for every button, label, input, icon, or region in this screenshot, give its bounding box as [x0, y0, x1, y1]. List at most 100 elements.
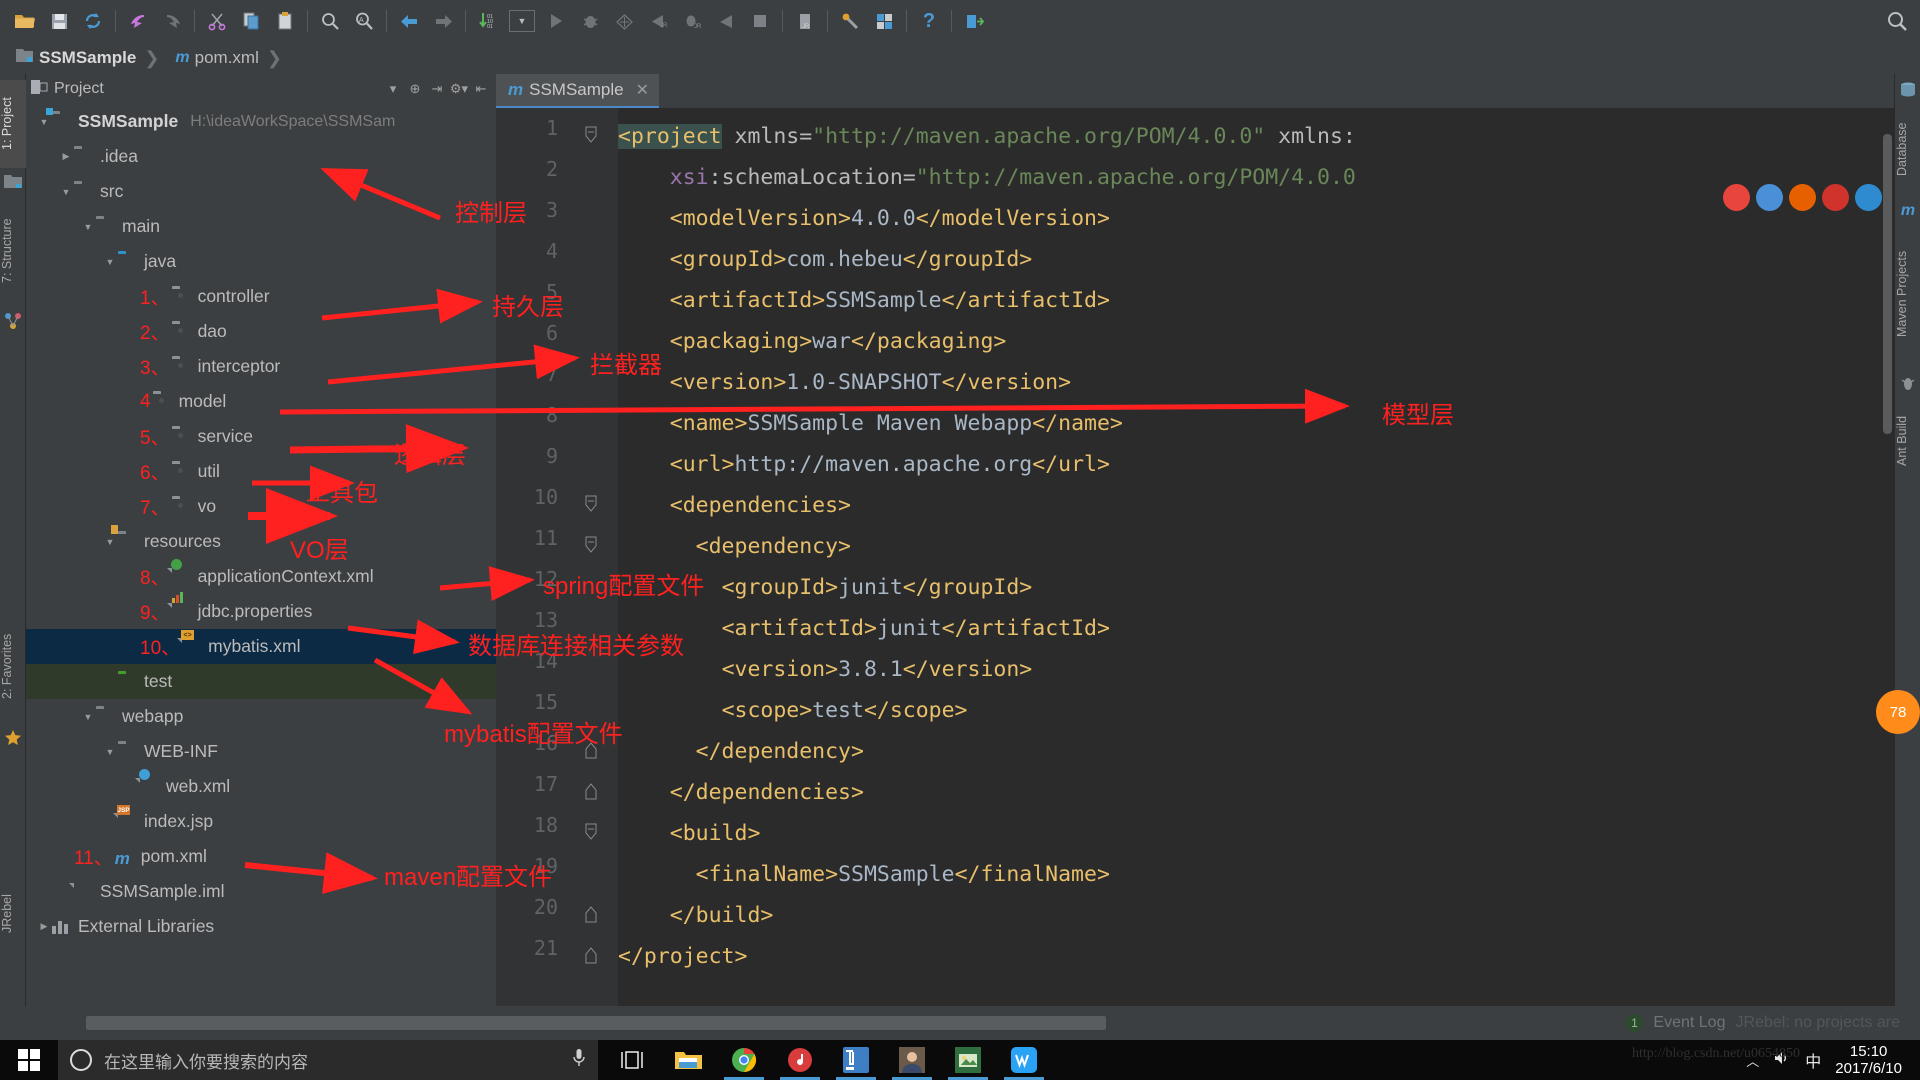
cut-icon[interactable] — [200, 4, 234, 38]
floating-badge[interactable]: 78 — [1876, 690, 1920, 734]
tree-row[interactable]: 1、 controller — [26, 279, 496, 314]
sidebar-item-structure[interactable]: 7: Structure — [0, 196, 26, 306]
code-fold-icon[interactable] — [584, 495, 600, 512]
sidebar-item-maven-projects[interactable]: Maven Projects — [1895, 224, 1920, 364]
netease-music-icon[interactable] — [772, 1040, 828, 1080]
tree-row[interactable]: ▼ resources — [26, 524, 496, 559]
chevron-down-icon[interactable]: ▼ — [102, 537, 118, 547]
tree-row[interactable]: test — [26, 664, 496, 699]
screenshot-tool-icon[interactable] — [940, 1040, 996, 1080]
paste-icon[interactable] — [268, 4, 302, 38]
undo-icon[interactable] — [121, 4, 155, 38]
jrebel-debug-icon[interactable]: JR — [675, 4, 709, 38]
code-fold-icon[interactable] — [584, 536, 600, 553]
search-icon[interactable] — [313, 4, 347, 38]
code-line[interactable]: <url>http://maven.apache.org</url> — [618, 444, 1110, 485]
user-photo-icon[interactable] — [884, 1040, 940, 1080]
code-line[interactable]: <dependency> — [618, 526, 851, 567]
code-line[interactable]: </dependency> — [618, 731, 864, 772]
tree-row[interactable]: ▼ WEB-INF — [26, 734, 496, 769]
search-everywhere-icon[interactable] — [1874, 10, 1920, 32]
intellij-idea-icon[interactable] — [828, 1040, 884, 1080]
collapse-all-icon[interactable]: ⇥ — [426, 78, 448, 100]
tree-row[interactable]: web.xml — [26, 769, 496, 804]
tree-row[interactable]: 7、 vo — [26, 489, 496, 524]
tree-row[interactable]: ▼ src — [26, 174, 496, 209]
exit-icon[interactable] — [957, 4, 991, 38]
code-fold-icon[interactable] — [584, 905, 600, 923]
tree-row[interactable]: 8、 applicationContext.xml — [26, 559, 496, 594]
run-configuration-dropdown[interactable]: ▼ — [505, 4, 539, 38]
sync-refresh-icon[interactable] — [76, 4, 110, 38]
chrome-canary-icon[interactable] — [1756, 184, 1783, 211]
code-line[interactable]: <packaging>war</packaging> — [618, 321, 1007, 362]
compile-icon[interactable]: 01 10 01 — [471, 4, 505, 38]
open-folder-icon[interactable] — [8, 4, 42, 38]
code-line[interactable]: <artifactId>SSMSample</artifactId> — [618, 280, 1110, 321]
sidebar-item-ant-build[interactable]: Ant Build — [1895, 396, 1920, 486]
chrome-icon[interactable] — [1723, 184, 1750, 211]
chevron-down-icon[interactable]: ▼ — [36, 117, 52, 127]
stop-icon[interactable] — [743, 4, 777, 38]
tree-row[interactable]: 4 model — [26, 384, 496, 419]
save-all-icon[interactable] — [42, 4, 76, 38]
tree-row[interactable]: ▼ webapp — [26, 699, 496, 734]
chevron-down-icon[interactable]: ▼ — [102, 257, 118, 267]
taskbar-search[interactable]: 在这里输入你要搜索的内容 — [58, 1040, 598, 1080]
tree-row[interactable]: ▼ java — [26, 244, 496, 279]
start-button[interactable] — [0, 1040, 58, 1080]
edge-icon[interactable] — [1855, 184, 1882, 211]
chevron-down-icon[interactable]: ▾ — [382, 78, 404, 100]
back-icon[interactable] — [392, 4, 426, 38]
chevron-right-icon[interactable]: ▶ — [58, 151, 74, 162]
tree-row[interactable]: JSP index.jsp — [26, 804, 496, 839]
tree-row[interactable]: 10、 <> mybatis.xml — [26, 629, 496, 664]
code-line[interactable]: <scope>test</scope> — [618, 690, 968, 731]
browser-popup-icons[interactable] — [1723, 184, 1882, 211]
event-log-link[interactable]: Event Log — [1653, 1014, 1725, 1032]
file-explorer-icon[interactable] — [660, 1040, 716, 1080]
coverage-icon[interactable] — [607, 4, 641, 38]
update-application-icon[interactable]: JR — [788, 4, 822, 38]
code-line[interactable]: <name>SSMSample Maven Webapp</name> — [618, 403, 1123, 444]
help-icon[interactable]: ? — [912, 4, 946, 38]
code-fold-icon[interactable] — [584, 823, 600, 840]
sidebar-item-favorites[interactable]: 2: Favorites — [0, 609, 26, 724]
profile-icon[interactable] — [709, 4, 743, 38]
code-line[interactable]: <version>1.0-SNAPSHOT</version> — [618, 362, 1071, 403]
sidebar-item-database[interactable]: Database — [1895, 104, 1920, 194]
tree-row[interactable]: 9、 jdbc.properties — [26, 592, 496, 629]
tree-row[interactable]: ▶ External Libraries — [26, 909, 496, 944]
tree-row[interactable]: 2、 dao — [26, 314, 496, 349]
settings-gear-icon[interactable]: ⚙▾ — [448, 78, 470, 100]
close-icon[interactable]: ✕ — [636, 80, 649, 100]
tree-row[interactable]: ▶ .idea — [26, 139, 496, 174]
redo-icon[interactable] — [155, 4, 189, 38]
run-icon[interactable] — [539, 4, 573, 38]
code-line[interactable]: <finalName>SSMSample</finalName> — [618, 854, 1110, 895]
code-line[interactable]: <project xmlns="http://maven.apache.org/… — [618, 116, 1356, 157]
replace-icon[interactable]: A — [347, 4, 381, 38]
code-line[interactable]: <modelVersion>4.0.0</modelVersion> — [618, 198, 1110, 239]
tab-ssmsample-pom[interactable]: m SSMSample ✕ — [496, 74, 660, 108]
target-icon[interactable]: ⊕ — [404, 78, 426, 100]
tree-row[interactable]: ▼ SSMSample H:\ideaWorkSpace\SSMSam — [26, 104, 496, 139]
sidebar-item-project[interactable]: 1: Project — [0, 80, 26, 168]
chevron-down-icon[interactable]: ▼ — [80, 222, 96, 232]
chrome-taskbar-icon[interactable] — [716, 1040, 772, 1080]
code-line[interactable]: </dependencies> — [618, 772, 864, 813]
project-structure-icon[interactable] — [867, 4, 901, 38]
ime-indicator[interactable]: 中 — [1805, 1048, 1821, 1072]
copy-icon[interactable] — [234, 4, 268, 38]
settings-wrench-icon[interactable] — [833, 4, 867, 38]
code-line[interactable]: xsi:schemaLocation="http://maven.apache.… — [618, 157, 1356, 198]
code-line[interactable]: <dependencies> — [618, 485, 851, 526]
code-line[interactable]: </project> — [618, 936, 747, 977]
chevron-down-icon[interactable]: ▼ — [58, 187, 74, 197]
code-fold-icon[interactable] — [584, 126, 600, 143]
code-fold-icon[interactable] — [584, 946, 600, 964]
hide-panel-icon[interactable]: ⇤ — [470, 78, 492, 100]
code-fold-icon[interactable] — [584, 782, 600, 800]
debug-icon[interactable] — [573, 4, 607, 38]
opera-icon[interactable] — [1822, 184, 1849, 211]
